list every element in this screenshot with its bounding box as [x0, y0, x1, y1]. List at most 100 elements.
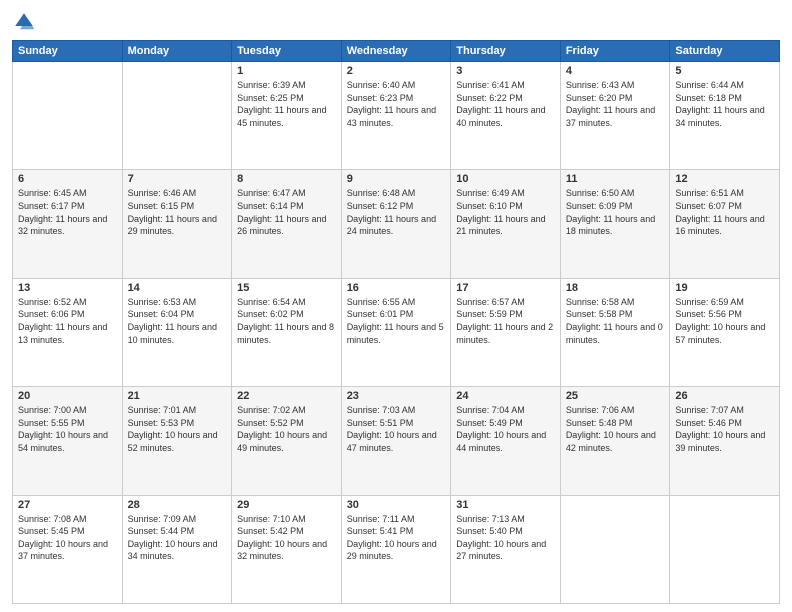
calendar-header-saturday: Saturday: [670, 41, 780, 62]
day-number: 1: [237, 65, 336, 77]
day-content: Sunrise: 6:45 AM Sunset: 6:17 PM Dayligh…: [18, 187, 117, 237]
day-number: 28: [128, 499, 227, 511]
day-number: 30: [347, 499, 446, 511]
day-content: Sunrise: 6:49 AM Sunset: 6:10 PM Dayligh…: [456, 187, 555, 237]
day-content: Sunrise: 7:00 AM Sunset: 5:55 PM Dayligh…: [18, 404, 117, 454]
day-content: Sunrise: 6:39 AM Sunset: 6:25 PM Dayligh…: [237, 79, 336, 129]
calendar-cell: [13, 62, 123, 170]
day-number: 18: [566, 282, 665, 294]
day-number: 3: [456, 65, 555, 77]
calendar-cell: [122, 62, 232, 170]
calendar-cell: 28 Sunrise: 7:09 AM Sunset: 5:44 PM Dayli…: [122, 495, 232, 603]
day-content: Sunrise: 6:47 AM Sunset: 6:14 PM Dayligh…: [237, 187, 336, 237]
day-number: 6: [18, 173, 117, 185]
day-number: 25: [566, 390, 665, 402]
calendar-cell: 16 Sunrise: 6:55 AM Sunset: 6:01 PM Dayli…: [341, 278, 451, 386]
day-content: Sunrise: 7:11 AM Sunset: 5:41 PM Dayligh…: [347, 513, 446, 563]
calendar-cell: 31 Sunrise: 7:13 AM Sunset: 5:40 PM Dayli…: [451, 495, 561, 603]
day-number: 13: [18, 282, 117, 294]
day-content: Sunrise: 7:07 AM Sunset: 5:46 PM Dayligh…: [675, 404, 774, 454]
calendar-header-friday: Friday: [560, 41, 670, 62]
day-content: Sunrise: 6:44 AM Sunset: 6:18 PM Dayligh…: [675, 79, 774, 129]
day-number: 4: [566, 65, 665, 77]
calendar-week-1: 1 Sunrise: 6:39 AM Sunset: 6:25 PM Daylig…: [13, 62, 780, 170]
day-number: 17: [456, 282, 555, 294]
calendar-cell: 6 Sunrise: 6:45 AM Sunset: 6:17 PM Daylig…: [13, 170, 123, 278]
calendar-cell: 30 Sunrise: 7:11 AM Sunset: 5:41 PM Dayli…: [341, 495, 451, 603]
calendar-cell: 2Sunrise: 6:40 AM Sunset: 6:23 PM Daylig…: [341, 62, 451, 170]
logo-icon: [12, 10, 36, 34]
calendar-cell: 8Sunrise: 6:47 AM Sunset: 6:14 PM Daylig…: [232, 170, 342, 278]
logo: [12, 10, 38, 34]
calendar-body: 1 Sunrise: 6:39 AM Sunset: 6:25 PM Daylig…: [13, 62, 780, 604]
calendar-cell: 1 Sunrise: 6:39 AM Sunset: 6:25 PM Daylig…: [232, 62, 342, 170]
calendar-cell: 25 Sunrise: 7:06 AM Sunset: 5:48 PM Dayli…: [560, 387, 670, 495]
calendar-header-sunday: Sunday: [13, 41, 123, 62]
calendar-cell: 15Sunrise: 6:54 AM Sunset: 6:02 PM Dayli…: [232, 278, 342, 386]
calendar-cell: 24Sunrise: 7:04 AM Sunset: 5:49 PM Dayli…: [451, 387, 561, 495]
day-content: Sunrise: 7:03 AM Sunset: 5:51 PM Dayligh…: [347, 404, 446, 454]
day-content: Sunrise: 6:52 AM Sunset: 6:06 PM Dayligh…: [18, 296, 117, 346]
calendar-cell: 12 Sunrise: 6:51 AM Sunset: 6:07 PM Dayli…: [670, 170, 780, 278]
calendar-cell: 11Sunrise: 6:50 AM Sunset: 6:09 PM Dayli…: [560, 170, 670, 278]
day-number: 10: [456, 173, 555, 185]
day-content: Sunrise: 6:43 AM Sunset: 6:20 PM Dayligh…: [566, 79, 665, 129]
calendar-header-wednesday: Wednesday: [341, 41, 451, 62]
day-number: 20: [18, 390, 117, 402]
calendar-header-thursday: Thursday: [451, 41, 561, 62]
day-content: Sunrise: 7:02 AM Sunset: 5:52 PM Dayligh…: [237, 404, 336, 454]
day-content: Sunrise: 6:55 AM Sunset: 6:01 PM Dayligh…: [347, 296, 446, 346]
calendar-cell: 13 Sunrise: 6:52 AM Sunset: 6:06 PM Dayli…: [13, 278, 123, 386]
day-content: Sunrise: 7:10 AM Sunset: 5:42 PM Dayligh…: [237, 513, 336, 563]
calendar-cell: 5 Sunrise: 6:44 AM Sunset: 6:18 PM Daylig…: [670, 62, 780, 170]
day-number: 22: [237, 390, 336, 402]
day-content: Sunrise: 6:48 AM Sunset: 6:12 PM Dayligh…: [347, 187, 446, 237]
day-content: Sunrise: 6:46 AM Sunset: 6:15 PM Dayligh…: [128, 187, 227, 237]
day-content: Sunrise: 6:51 AM Sunset: 6:07 PM Dayligh…: [675, 187, 774, 237]
day-content: Sunrise: 6:53 AM Sunset: 6:04 PM Dayligh…: [128, 296, 227, 346]
day-number: 11: [566, 173, 665, 185]
day-content: Sunrise: 6:40 AM Sunset: 6:23 PM Dayligh…: [347, 79, 446, 129]
calendar-cell: 9 Sunrise: 6:48 AM Sunset: 6:12 PM Daylig…: [341, 170, 451, 278]
calendar-header-tuesday: Tuesday: [232, 41, 342, 62]
day-number: 23: [347, 390, 446, 402]
day-number: 16: [347, 282, 446, 294]
day-number: 5: [675, 65, 774, 77]
calendar-cell: 19 Sunrise: 6:59 AM Sunset: 5:56 PM Dayli…: [670, 278, 780, 386]
calendar-cell: 26 Sunrise: 7:07 AM Sunset: 5:46 PM Dayli…: [670, 387, 780, 495]
day-content: Sunrise: 7:06 AM Sunset: 5:48 PM Dayligh…: [566, 404, 665, 454]
day-number: 26: [675, 390, 774, 402]
day-content: Sunrise: 6:54 AM Sunset: 6:02 PM Dayligh…: [237, 296, 336, 346]
day-number: 27: [18, 499, 117, 511]
calendar-cell: 3 Sunrise: 6:41 AM Sunset: 6:22 PM Daylig…: [451, 62, 561, 170]
calendar-cell: 14Sunrise: 6:53 AM Sunset: 6:04 PM Dayli…: [122, 278, 232, 386]
calendar-cell: 21Sunrise: 7:01 AM Sunset: 5:53 PM Dayli…: [122, 387, 232, 495]
calendar-cell: 10 Sunrise: 6:49 AM Sunset: 6:10 PM Dayli…: [451, 170, 561, 278]
day-number: 12: [675, 173, 774, 185]
calendar-cell: 4 Sunrise: 6:43 AM Sunset: 6:20 PM Daylig…: [560, 62, 670, 170]
day-number: 9: [347, 173, 446, 185]
calendar-week-2: 6 Sunrise: 6:45 AM Sunset: 6:17 PM Daylig…: [13, 170, 780, 278]
calendar-cell: [670, 495, 780, 603]
day-content: Sunrise: 6:41 AM Sunset: 6:22 PM Dayligh…: [456, 79, 555, 129]
day-number: 7: [128, 173, 227, 185]
calendar-cell: 27 Sunrise: 7:08 AM Sunset: 5:45 PM Dayli…: [13, 495, 123, 603]
calendar-cell: 7 Sunrise: 6:46 AM Sunset: 6:15 PM Daylig…: [122, 170, 232, 278]
day-content: Sunrise: 7:08 AM Sunset: 5:45 PM Dayligh…: [18, 513, 117, 563]
day-number: 31: [456, 499, 555, 511]
page-header: [12, 10, 780, 34]
day-content: Sunrise: 6:59 AM Sunset: 5:56 PM Dayligh…: [675, 296, 774, 346]
calendar-cell: 18 Sunrise: 6:58 AM Sunset: 5:58 PM Dayli…: [560, 278, 670, 386]
calendar-cell: 22 Sunrise: 7:02 AM Sunset: 5:52 PM Dayli…: [232, 387, 342, 495]
day-number: 19: [675, 282, 774, 294]
day-content: Sunrise: 7:09 AM Sunset: 5:44 PM Dayligh…: [128, 513, 227, 563]
calendar-cell: 29 Sunrise: 7:10 AM Sunset: 5:42 PM Dayli…: [232, 495, 342, 603]
day-number: 29: [237, 499, 336, 511]
day-content: Sunrise: 6:58 AM Sunset: 5:58 PM Dayligh…: [566, 296, 665, 346]
day-content: Sunrise: 7:13 AM Sunset: 5:40 PM Dayligh…: [456, 513, 555, 563]
day-content: Sunrise: 6:57 AM Sunset: 5:59 PM Dayligh…: [456, 296, 555, 346]
calendar-table: SundayMondayTuesdayWednesdayThursdayFrid…: [12, 40, 780, 604]
calendar-header-monday: Monday: [122, 41, 232, 62]
calendar-cell: 20 Sunrise: 7:00 AM Sunset: 5:55 PM Dayli…: [13, 387, 123, 495]
day-content: Sunrise: 7:01 AM Sunset: 5:53 PM Dayligh…: [128, 404, 227, 454]
